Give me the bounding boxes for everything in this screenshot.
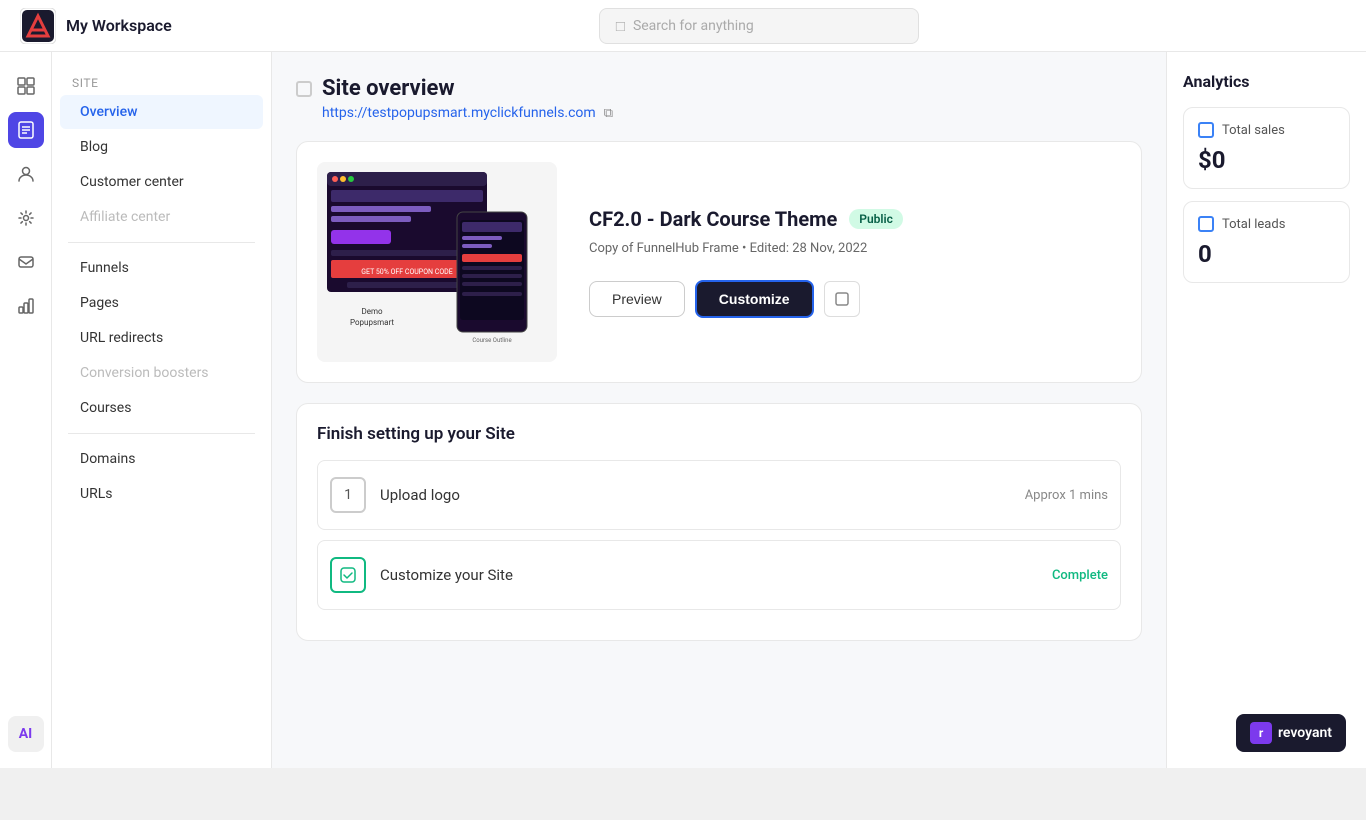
icon-btn-email[interactable] (8, 244, 44, 280)
sidebar-item-courses[interactable]: Courses (60, 391, 263, 425)
icon-sidebar-bottom: AI (8, 716, 44, 752)
topbar: My Workspace □ Search for anything (0, 0, 1366, 52)
site-card-inner: GET 50% OFF COUPON CODE (317, 162, 1121, 362)
sidebar-item-domains[interactable]: Domains (60, 442, 263, 476)
setup-time-upload: Approx 1 mins (1025, 488, 1108, 503)
setup-card: Finish setting up your Site 1 Upload log… (296, 403, 1142, 641)
analytics-label-row-sales: Total sales (1198, 122, 1335, 138)
search-placeholder: Search for anything (633, 18, 754, 34)
analytics-label-row-leads: Total leads (1198, 216, 1335, 232)
sidebar-item-blog[interactable]: Blog (60, 130, 263, 164)
nav-section-site: Site Overview Blog Customer center Affil… (52, 68, 271, 234)
page-header: Site overview (296, 76, 1142, 101)
nav-divider-1 (68, 242, 255, 243)
nav-section-title-site: Site (52, 68, 271, 94)
badge-public: Public (849, 209, 903, 229)
icon-btn-settings[interactable] (8, 200, 44, 236)
icon-sidebar: AI (0, 52, 52, 768)
search-icon: □ (616, 17, 625, 35)
icon-btn-users[interactable] (8, 156, 44, 192)
analytics-panel: Analytics Total sales $0 Total leads 0 (1166, 52, 1366, 768)
setup-icon-upload: 1 (330, 477, 366, 513)
analytics-label-sales: Total sales (1222, 123, 1285, 138)
icon-btn-chart[interactable] (8, 288, 44, 324)
nav-section-funnels: Funnels Pages URL redirects Conversion b… (52, 251, 271, 425)
svg-text:Demo: Demo (361, 307, 383, 316)
sidebar-item-customer-center[interactable]: Customer center (60, 165, 263, 199)
analytics-value-sales: $0 (1198, 146, 1335, 174)
icon-btn-grid[interactable] (8, 68, 44, 104)
copy-icon[interactable]: ⧉ (604, 106, 613, 121)
analytics-title: Analytics (1183, 72, 1350, 91)
analytics-checkbox-leads[interactable] (1198, 216, 1214, 232)
setup-label-upload: Upload logo (380, 486, 1011, 504)
setup-item-customize: Customize your Site Complete (317, 540, 1121, 610)
sidebar-item-pages[interactable]: Pages (60, 286, 263, 320)
svg-text:Course Outline: Course Outline (472, 337, 511, 344)
logo-area: My Workspace (20, 8, 172, 44)
logo-icon (20, 8, 56, 44)
page-header-checkbox[interactable] (296, 81, 312, 97)
site-thumbnail: GET 50% OFF COUPON CODE (317, 162, 557, 362)
main-content: Site overview https://testpopupsmart.myc… (272, 52, 1166, 768)
revoyant-label: revoyant (1278, 725, 1332, 741)
setup-complete-status: Complete (1052, 568, 1108, 583)
analytics-card-sales: Total sales $0 (1183, 107, 1350, 189)
setup-label-customize: Customize your Site (380, 566, 1038, 584)
analytics-value-leads: 0 (1198, 240, 1335, 268)
revoyant-logo: r revoyant (1236, 714, 1346, 752)
sidebar-item-affiliate-center: Affiliate center (60, 200, 263, 234)
nav-divider-2 (68, 433, 255, 434)
sidebar-item-funnels[interactable]: Funnels (60, 251, 263, 285)
sidebar-item-overview[interactable]: Overview (60, 95, 263, 129)
site-name: CF2.0 - Dark Course Theme (589, 207, 837, 231)
setup-item-upload-logo: 1 Upload logo Approx 1 mins (317, 460, 1121, 530)
site-meta: Copy of FunnelHub Frame • Edited: 28 Nov… (589, 241, 1121, 256)
sidebar-item-conversion-boosters: Conversion boosters (60, 356, 263, 390)
sidebar-item-urls[interactable]: URLs (60, 477, 263, 511)
customize-button[interactable]: Customize (695, 280, 814, 318)
site-url-row: https://testpopupsmart.myclickfunnels.co… (322, 105, 1142, 121)
icon-btn-pages[interactable] (8, 112, 44, 148)
site-url-link[interactable]: https://testpopupsmart.myclickfunnels.co… (322, 105, 596, 121)
icon-btn-ai[interactable]: AI (8, 716, 44, 752)
setup-title: Finish setting up your Site (317, 424, 1121, 444)
analytics-label-leads: Total leads (1222, 217, 1285, 232)
site-card: GET 50% OFF COUPON CODE (296, 141, 1142, 383)
main-layout: AI Site Overview Blog Customer center Af… (0, 52, 1366, 768)
analytics-checkbox-sales[interactable] (1198, 122, 1214, 138)
site-info: CF2.0 - Dark Course Theme Public Copy of… (589, 207, 1121, 318)
svg-text:Popupsmart: Popupsmart (350, 318, 394, 327)
workspace-title: My Workspace (66, 16, 172, 35)
revoyant-r-icon: r (1250, 722, 1272, 744)
nav-sidebar: Site Overview Blog Customer center Affil… (52, 52, 272, 768)
search-bar[interactable]: □ Search for anything (599, 8, 919, 44)
preview-button[interactable]: Preview (589, 281, 685, 317)
site-name-row: CF2.0 - Dark Course Theme Public (589, 207, 1121, 231)
site-more-options-button[interactable] (824, 281, 860, 317)
sidebar-item-url-redirects[interactable]: URL redirects (60, 321, 263, 355)
svg-text:GET 50% OFF COUPON CODE: GET 50% OFF COUPON CODE (361, 268, 452, 276)
nav-section-domains: Domains URLs (52, 442, 271, 511)
page-title: Site overview (322, 76, 455, 101)
analytics-card-leads: Total leads 0 (1183, 201, 1350, 283)
setup-icon-customize (330, 557, 366, 593)
site-actions: Preview Customize (589, 280, 1121, 318)
